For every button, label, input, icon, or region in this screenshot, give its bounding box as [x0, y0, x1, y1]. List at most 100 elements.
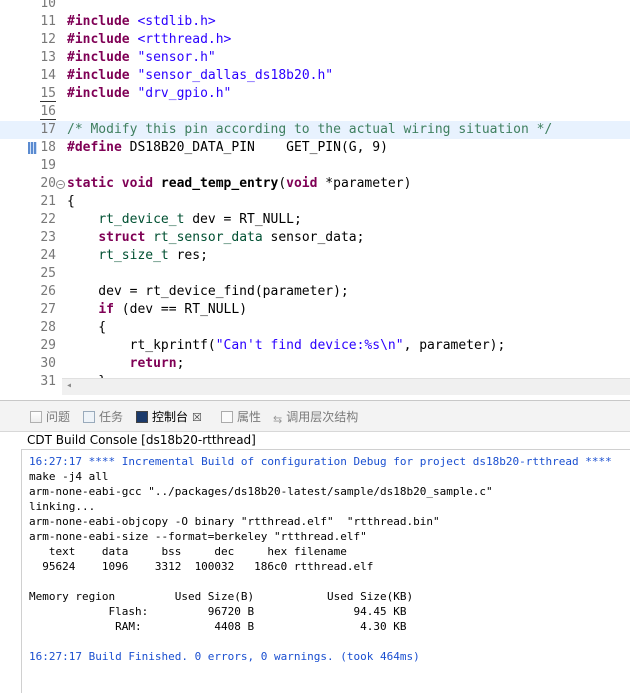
- code-line[interactable]: 29 rt_kprintf("Can't find device:%s\n", …: [0, 337, 630, 355]
- console-line: RAM: 4408 B 4.30 KB: [29, 620, 407, 633]
- tab-properties[interactable]: 属性: [221, 407, 261, 427]
- console-line: make -j4 all: [29, 470, 109, 483]
- code-line[interactable]: 21 {: [0, 193, 630, 211]
- bookmark-marker-icon[interactable]: [28, 142, 37, 154]
- code-line[interactable]: 17 /* Modify this pin according to the ac…: [0, 121, 630, 139]
- code-token: /* Modify this pin according to the actu…: [67, 122, 553, 137]
- code-line[interactable]: 30 return;: [0, 355, 630, 373]
- code-line[interactable]: 25: [0, 265, 630, 283]
- horizontal-scrollbar[interactable]: ◂: [62, 378, 630, 395]
- code-line[interactable]: 24 rt_size_t res;: [0, 247, 630, 265]
- code-line[interactable]: 16: [0, 103, 630, 121]
- code-text: if (dev == RT_NULL): [67, 301, 247, 319]
- code-line[interactable]: 11 #include <stdlib.h>: [0, 13, 630, 31]
- code-text: rt_size_t res;: [67, 247, 208, 265]
- line-number: 21: [0, 193, 56, 211]
- code-token: rt_size_t: [98, 248, 169, 263]
- tasks-icon: [83, 411, 95, 423]
- line-number: 25: [0, 265, 56, 283]
- code-token: return: [129, 356, 177, 371]
- tab-problems[interactable]: 问题: [30, 407, 70, 427]
- line-number: 13: [0, 49, 56, 67]
- code-text: rt_device_t dev = RT_NULL;: [67, 211, 302, 229]
- code-text: static void read_temp_entry(void *parame…: [67, 175, 411, 193]
- line-number: 26: [0, 283, 56, 301]
- fold-toggle-icon[interactable]: −: [56, 180, 65, 189]
- line-number-text: 15: [40, 86, 56, 102]
- code-text: #include "sensor_dallas_ds18b20.h": [67, 67, 333, 85]
- code-token: rt_sensor_data: [153, 230, 263, 245]
- console-line: Memory region Used Size(B) Used Size(KB): [29, 590, 414, 603]
- code-line[interactable]: 14 #include "sensor_dallas_ds18b20.h": [0, 67, 630, 85]
- tab-label: 任务: [99, 410, 124, 424]
- tab-label: 问题: [46, 410, 71, 424]
- code-token: <rtthread.h>: [137, 32, 232, 47]
- close-icon[interactable]: ☒: [192, 411, 202, 424]
- line-number-text: 22: [40, 212, 56, 227]
- tab-tasks[interactable]: 任务: [83, 407, 123, 427]
- console-line: linking...: [29, 500, 96, 513]
- code-line[interactable]: 18 #define DS18B20_DATA_PIN GET_PIN(G, 9): [0, 139, 630, 157]
- line-number-text: 16: [40, 104, 56, 120]
- views-panel: 问题 任务 控制台 ☒ 属性 ⇆ 调用层次结构 CDT Build Console [ds1…: [0, 400, 630, 693]
- code-token: #define: [67, 140, 130, 155]
- code-token: (dev == RT_NULL): [121, 302, 248, 317]
- line-number-text: 10: [40, 0, 56, 11]
- code-line[interactable]: 10: [0, 0, 630, 13]
- code-token: static void: [67, 176, 161, 191]
- line-number: 24: [0, 247, 56, 265]
- line-number: 19: [0, 157, 56, 175]
- code-line[interactable]: 23 struct rt_sensor_data sensor_data;: [0, 229, 630, 247]
- line-number: 28: [0, 319, 56, 337]
- code-token: <stdlib.h>: [137, 14, 216, 29]
- code-line[interactable]: 20− static void read_temp_entry(void *par…: [0, 175, 630, 193]
- line-number: 10: [0, 0, 56, 13]
- properties-icon: [221, 411, 233, 423]
- code-line[interactable]: 13 #include "sensor.h": [0, 49, 630, 67]
- code-line[interactable]: 26 dev = rt_device_find(parameter);: [0, 283, 630, 301]
- line-number-text: 12: [40, 32, 56, 47]
- line-number-text: 23: [40, 230, 56, 245]
- console-output[interactable]: 16:27:17 **** Incremental Build of confi…: [21, 449, 630, 693]
- code-token: rt_kprintf(: [67, 338, 216, 353]
- line-number: 27: [0, 301, 56, 319]
- code-line[interactable]: 27 if (dev == RT_NULL): [0, 301, 630, 319]
- code-line[interactable]: 15 #include "drv_gpio.h": [0, 85, 630, 103]
- code-token: {: [67, 320, 107, 335]
- code-line[interactable]: 12 #include <rtthread.h>: [0, 31, 630, 49]
- code-text: dev = rt_device_find(parameter);: [67, 283, 348, 301]
- scroll-left-icon[interactable]: ◂: [66, 380, 72, 391]
- code-line[interactable]: 19: [0, 157, 630, 175]
- code-token: ;: [176, 356, 185, 371]
- line-number: 17: [0, 121, 56, 139]
- tab-console[interactable]: 控制台 ☒: [136, 407, 202, 427]
- code-line[interactable]: 22 rt_device_t dev = RT_NULL;: [0, 211, 630, 229]
- console-line: arm-none-eabi-gcc "../packages/ds18b20-l…: [29, 485, 493, 498]
- code-token: "sensor_dallas_ds18b20.h": [137, 68, 334, 83]
- console-line: arm-none-eabi-size --format=berkeley "rt…: [29, 530, 367, 543]
- code-token: DS18B20_DATA_PIN GET_PIN(G, 9): [129, 140, 388, 155]
- code-text: #include <stdlib.h>: [67, 13, 216, 31]
- tab-call-hierarchy[interactable]: ⇆ 调用层次结构: [273, 407, 358, 427]
- call-hierarchy-icon: ⇆: [273, 413, 283, 426]
- line-number-text: 31: [40, 374, 56, 389]
- code-line[interactable]: 28 {: [0, 319, 630, 337]
- code-text: {: [67, 319, 106, 337]
- console-line: 16:27:17 **** Incremental Build of confi…: [29, 455, 612, 468]
- line-number-text: 20: [40, 176, 56, 191]
- line-number-text: 25: [40, 266, 56, 281]
- code-token: , parameter);: [403, 338, 506, 353]
- line-number-text: 27: [40, 302, 56, 317]
- line-number-text: 14: [40, 68, 56, 83]
- code-text: struct rt_sensor_data sensor_data;: [67, 229, 364, 247]
- code-token: "Can't find device:%s\n": [215, 338, 404, 353]
- line-number-text: 19: [40, 158, 56, 173]
- line-number-text: 21: [40, 194, 56, 209]
- code-token: (: [278, 176, 287, 191]
- line-number: 30: [0, 355, 56, 373]
- code-token: #include: [67, 50, 138, 65]
- line-number-text: 11: [40, 14, 56, 29]
- code-editor[interactable]: 10 11 #include <stdlib.h> 12 #include <rtthr…: [0, 0, 630, 400]
